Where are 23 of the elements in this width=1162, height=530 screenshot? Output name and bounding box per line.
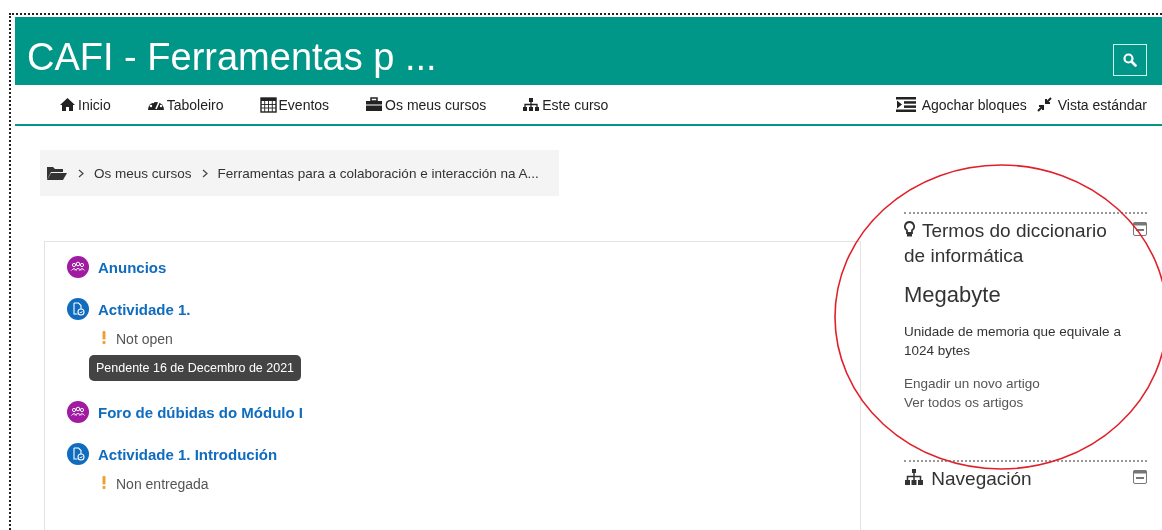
glossary-term: Megabyte (904, 282, 1002, 308)
breadcrumb-link[interactable]: Os meus cursos (94, 165, 192, 181)
status-text: Non entregada (116, 476, 209, 492)
block-link[interactable]: Ver todos os artigos (904, 393, 1147, 412)
nav-link[interactable]: Eventos (259, 96, 330, 113)
activity-link[interactable]: Anuncios (98, 258, 167, 276)
site-title: CAFI - Ferramentas p ... (27, 35, 437, 79)
status-text: Not open (116, 331, 173, 347)
due-date-badge: Pendente 16 de Decembro de 2021 (89, 355, 302, 381)
nav-link[interactable]: Taboleiro (146, 96, 224, 113)
breadcrumb-link[interactable]: Ferramentas para a colaboración e interacción na A... (217, 165, 539, 181)
activity-link[interactable]: Foro de dúbidas do Módulo I (98, 403, 303, 421)
block-title: Navegación (904, 466, 1032, 491)
activity-link[interactable]: Actividade 1. (98, 300, 191, 318)
activity-link[interactable]: Actividade 1. Introdución (98, 445, 278, 463)
nav-link[interactable]: Inicio (59, 96, 111, 113)
nav-link[interactable]: Vista estándar (1036, 96, 1147, 113)
block-link[interactable]: Engadir un novo artigo (904, 374, 1147, 393)
block-title: Termos do diccionario de informática (904, 219, 1108, 268)
nav-link[interactable]: Agochar bloques (895, 96, 1027, 113)
nav-link[interactable]: Os meus cursos (365, 96, 487, 113)
term-definition: Unidade de memoria que equivale a 1024 bytes (904, 323, 1122, 360)
nav-link[interactable]: Este curso (522, 96, 609, 113)
